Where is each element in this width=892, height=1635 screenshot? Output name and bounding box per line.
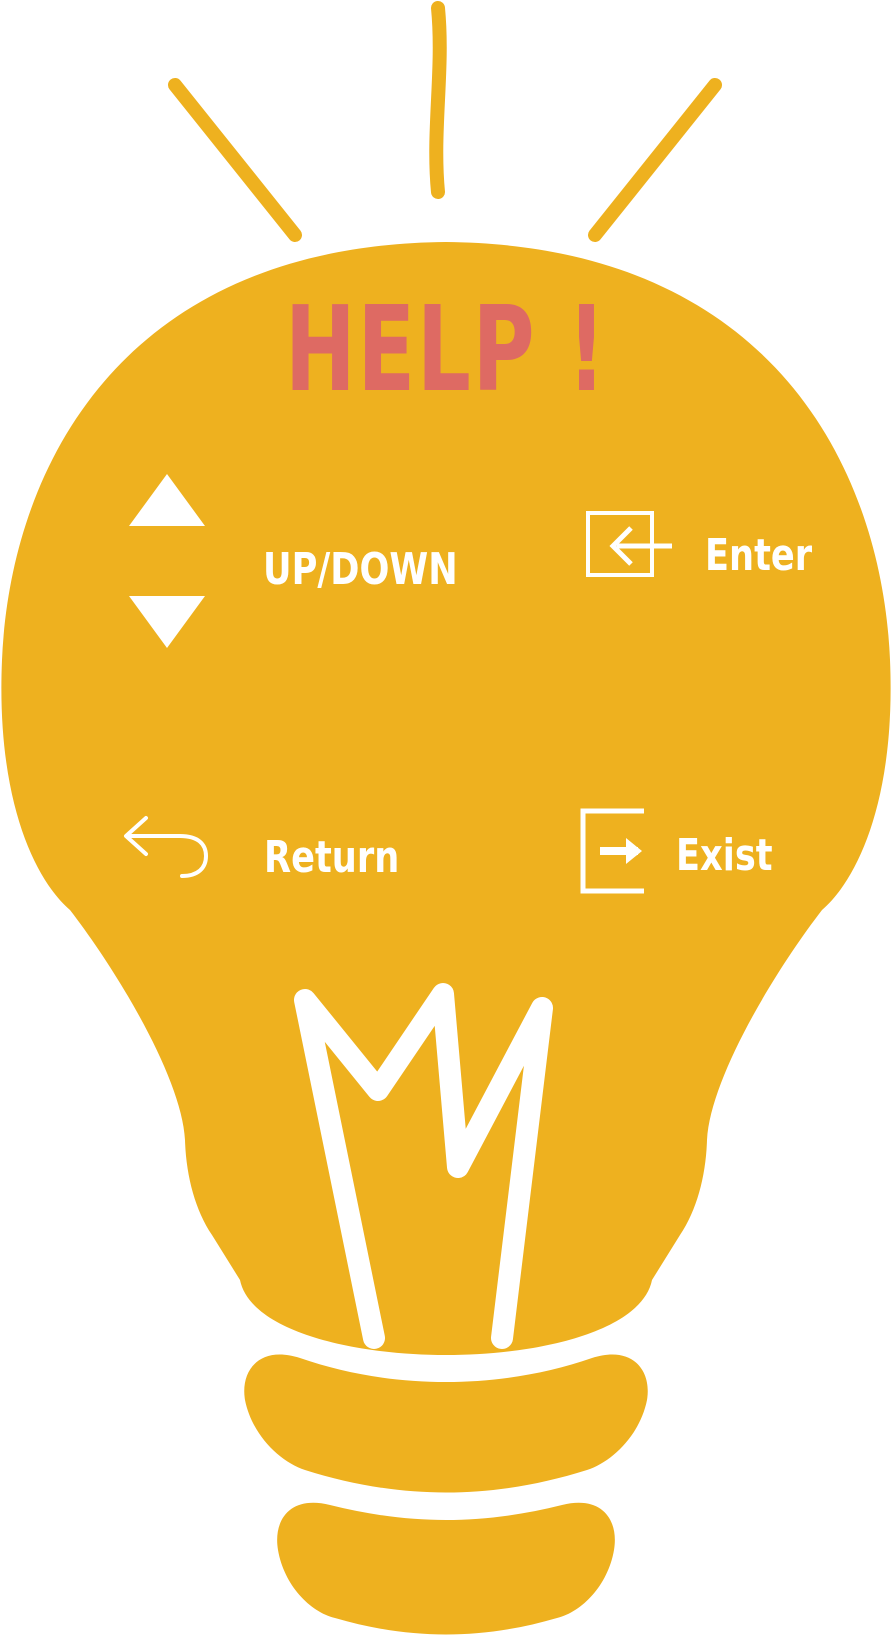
page-title: HELP ! (284, 280, 608, 418)
light-rays (168, 1, 722, 242)
triangle-up-icon (129, 474, 205, 526)
bulb-base-1 (244, 1354, 648, 1493)
return-icon (124, 816, 209, 878)
updown-item[interactable]: UP/DOWN (115, 468, 495, 648)
bulb-base-2 (277, 1502, 615, 1635)
enter-label: Enter (705, 530, 813, 581)
return-item[interactable]: Return (120, 810, 420, 890)
exist-item[interactable]: Exist (580, 808, 820, 898)
enter-item[interactable]: Enter (585, 508, 825, 588)
enter-icon (586, 511, 672, 577)
return-label: Return (264, 832, 400, 883)
exit-icon (580, 808, 644, 894)
exist-label: Exist (676, 830, 773, 881)
updown-label: UP/DOWN (263, 544, 458, 595)
triangle-down-icon (129, 596, 205, 648)
